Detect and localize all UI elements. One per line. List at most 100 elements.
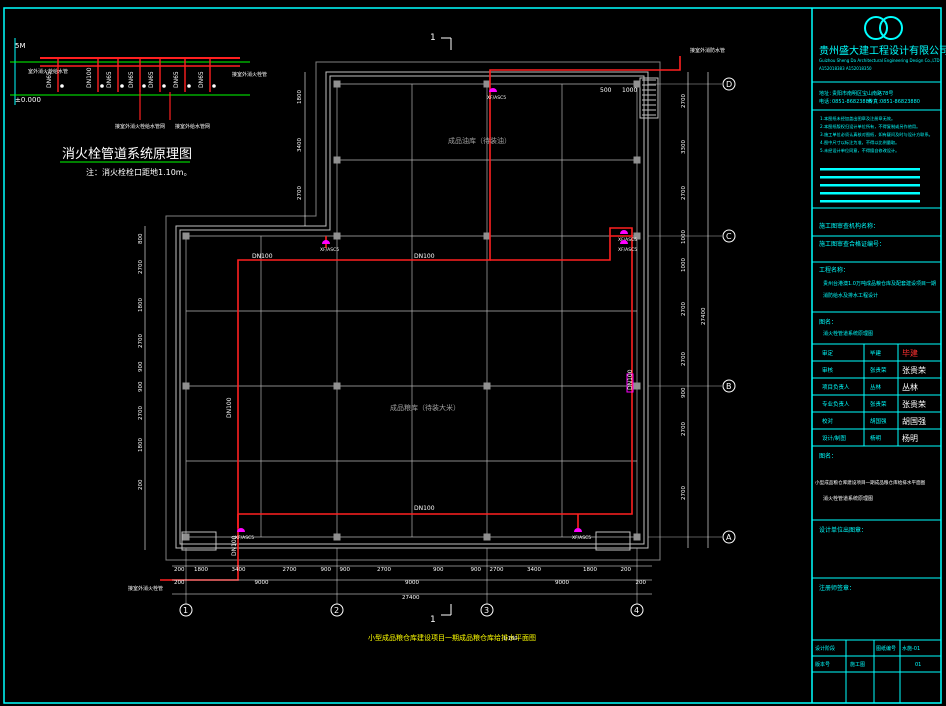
dim-text: 1000 bbox=[681, 230, 687, 244]
fire-pipe-loop bbox=[238, 235, 633, 515]
column bbox=[633, 382, 641, 390]
system-diagram-title: 消火栓管道系统原理图 bbox=[62, 147, 192, 162]
dim-text: 3400 bbox=[527, 567, 541, 573]
axis-label: 1 bbox=[183, 606, 188, 615]
hydrant-symbol bbox=[120, 84, 124, 88]
dim-text: 900 bbox=[433, 567, 444, 573]
axis-label: 3 bbox=[484, 606, 489, 615]
tel-value: 0851-86823886 bbox=[832, 99, 872, 105]
dim-text: 2700 bbox=[681, 352, 687, 366]
tb-note: 5.未经设计单位同意，不得擅自修改设计。 bbox=[820, 147, 899, 154]
column bbox=[333, 382, 341, 390]
room-main-label: 成品粮库（待装大米） bbox=[390, 403, 460, 412]
sd-pipe-label: DN65 bbox=[173, 71, 180, 88]
hydrant-symbol bbox=[187, 84, 191, 88]
axis-label: D bbox=[726, 80, 732, 89]
hydrant-label: XF/ASC5 bbox=[618, 247, 637, 253]
column bbox=[182, 382, 190, 390]
role-label: 审核 bbox=[822, 366, 834, 374]
review-no-label: 施工图审查合格证编号： bbox=[819, 240, 885, 248]
title-block: 贵州盛大建工程设计有限公司 Guizhou Sheng Da Architect… bbox=[812, 16, 946, 703]
sd-pipe-label: DN65 bbox=[106, 71, 113, 88]
company-logo bbox=[864, 16, 903, 40]
pipe-label-right: DN100 bbox=[627, 369, 634, 390]
fax-value: 0851-86823880 bbox=[880, 99, 920, 105]
sd-pipe-label: DN65 bbox=[148, 71, 155, 88]
tb-note: 4.图中尺寸以标注为准，不得以比例量取。 bbox=[820, 139, 899, 146]
dim-text: 3400 bbox=[232, 567, 246, 573]
pipe-label-left-bottom: DN100 bbox=[231, 535, 238, 556]
version-label: 版本号 bbox=[815, 661, 830, 668]
sd-bottom-left-label: 接室外消火栓给水管网 bbox=[115, 123, 165, 130]
project-label: 工程名称： bbox=[819, 266, 849, 274]
sd-left-label: 室外消火栓给水管 bbox=[28, 68, 68, 75]
role-name: 张贵荣 bbox=[870, 366, 887, 374]
pipe-label-top-left: DN100 bbox=[252, 253, 273, 260]
dim-text: 2700 bbox=[681, 186, 687, 200]
content-title: 小型成品粮仓库建设项目一期成品粮仓库给排水平面图 bbox=[815, 479, 926, 486]
axis-label: A bbox=[726, 533, 732, 542]
column bbox=[333, 533, 341, 541]
plan-scale: 1:100 bbox=[503, 636, 517, 642]
drawing-name-label: 图名： bbox=[819, 318, 837, 326]
tb-note: 1.本图纸未经加盖出图章及注册章无效。 bbox=[820, 115, 895, 122]
redacted-line bbox=[820, 200, 920, 203]
role-label: 校对 bbox=[822, 417, 834, 425]
dim-text: 200 bbox=[621, 567, 632, 573]
axis-label: C bbox=[726, 232, 732, 241]
role-signature: 毕建 bbox=[902, 348, 918, 358]
system-diagram: 5M ±0.000 DN65 DN100 DN65 DN65 DN65 DN65 DN65 … bbox=[10, 38, 267, 177]
hydrant-label: XF/ASC5 bbox=[572, 535, 591, 541]
dim-text: 9000 bbox=[255, 580, 269, 586]
room-top-label: 成品油库（待装油） bbox=[448, 136, 511, 145]
hydrant-icon bbox=[322, 240, 330, 244]
dim-text: 3400 bbox=[297, 138, 303, 152]
hydrant-symbol bbox=[100, 84, 104, 88]
redacted-line bbox=[820, 168, 920, 171]
dim-text: 1800 bbox=[194, 567, 208, 573]
dim-text: 2700 bbox=[138, 334, 144, 348]
review-unit-label: 施工图审查机构名称： bbox=[819, 222, 879, 230]
dim-text: 27400 bbox=[701, 307, 707, 325]
pipe-label-top-mid: DN100 bbox=[414, 253, 435, 260]
company-cert: A152018383 A152018350 bbox=[819, 66, 872, 71]
tb-note: 3.施工单位必须认真核对图纸，如有疑问及时与设计方联系。 bbox=[820, 131, 933, 138]
dim-text: 2700 bbox=[283, 567, 297, 573]
dim-text: 2700 bbox=[297, 186, 303, 200]
section-mark-bottom: 1 bbox=[430, 615, 436, 625]
dim-text: 9000 bbox=[405, 580, 419, 586]
dim-text: 200 bbox=[636, 580, 647, 586]
company-name-en: Guizhou Sheng Da Architectural Engineeri… bbox=[819, 58, 940, 63]
column bbox=[483, 533, 491, 541]
redacted-line bbox=[820, 176, 920, 179]
role-signature: 胡国强 bbox=[902, 416, 926, 426]
dim-text: 2700 bbox=[681, 94, 687, 108]
dim-text: 27400 bbox=[402, 595, 420, 601]
column bbox=[182, 232, 190, 240]
design-stamp-label: 设计单位出图章： bbox=[819, 526, 867, 534]
role-signature: 张贵荣 bbox=[902, 365, 926, 375]
column bbox=[333, 80, 341, 88]
phase-value: 施工图 bbox=[850, 661, 865, 668]
column bbox=[333, 156, 341, 164]
drawing-no-label: 图纸编号 bbox=[876, 645, 896, 652]
redacted-line bbox=[820, 192, 920, 195]
content-label: 图名： bbox=[819, 452, 837, 460]
sd-bottom-right-label: 接室外给水管网 bbox=[175, 123, 210, 130]
dim-text: 200 bbox=[174, 580, 185, 586]
bottom-ext-label: 接室外消火栓管 bbox=[128, 585, 163, 592]
hydrant-icon bbox=[620, 230, 628, 234]
role-name: 胡国强 bbox=[870, 417, 887, 425]
axis-label: 2 bbox=[334, 606, 339, 615]
floor-plan: XF/ASC5XF/ASC5XF/ASC5XF/ASC5XF/ASC5 XF/AS… bbox=[128, 33, 736, 642]
elev-top-label: 5M bbox=[15, 42, 26, 50]
hydrant-symbol bbox=[142, 84, 146, 88]
dim-text: 900 bbox=[138, 361, 144, 372]
dim-text: 1000 bbox=[681, 258, 687, 272]
top-dim-500: 500 bbox=[600, 87, 612, 94]
axis-label: 4 bbox=[634, 606, 639, 615]
column bbox=[333, 232, 341, 240]
dim-text: 2700 bbox=[377, 567, 391, 573]
dim-text: 2700 bbox=[681, 302, 687, 316]
dim-text: 2700 bbox=[681, 422, 687, 436]
